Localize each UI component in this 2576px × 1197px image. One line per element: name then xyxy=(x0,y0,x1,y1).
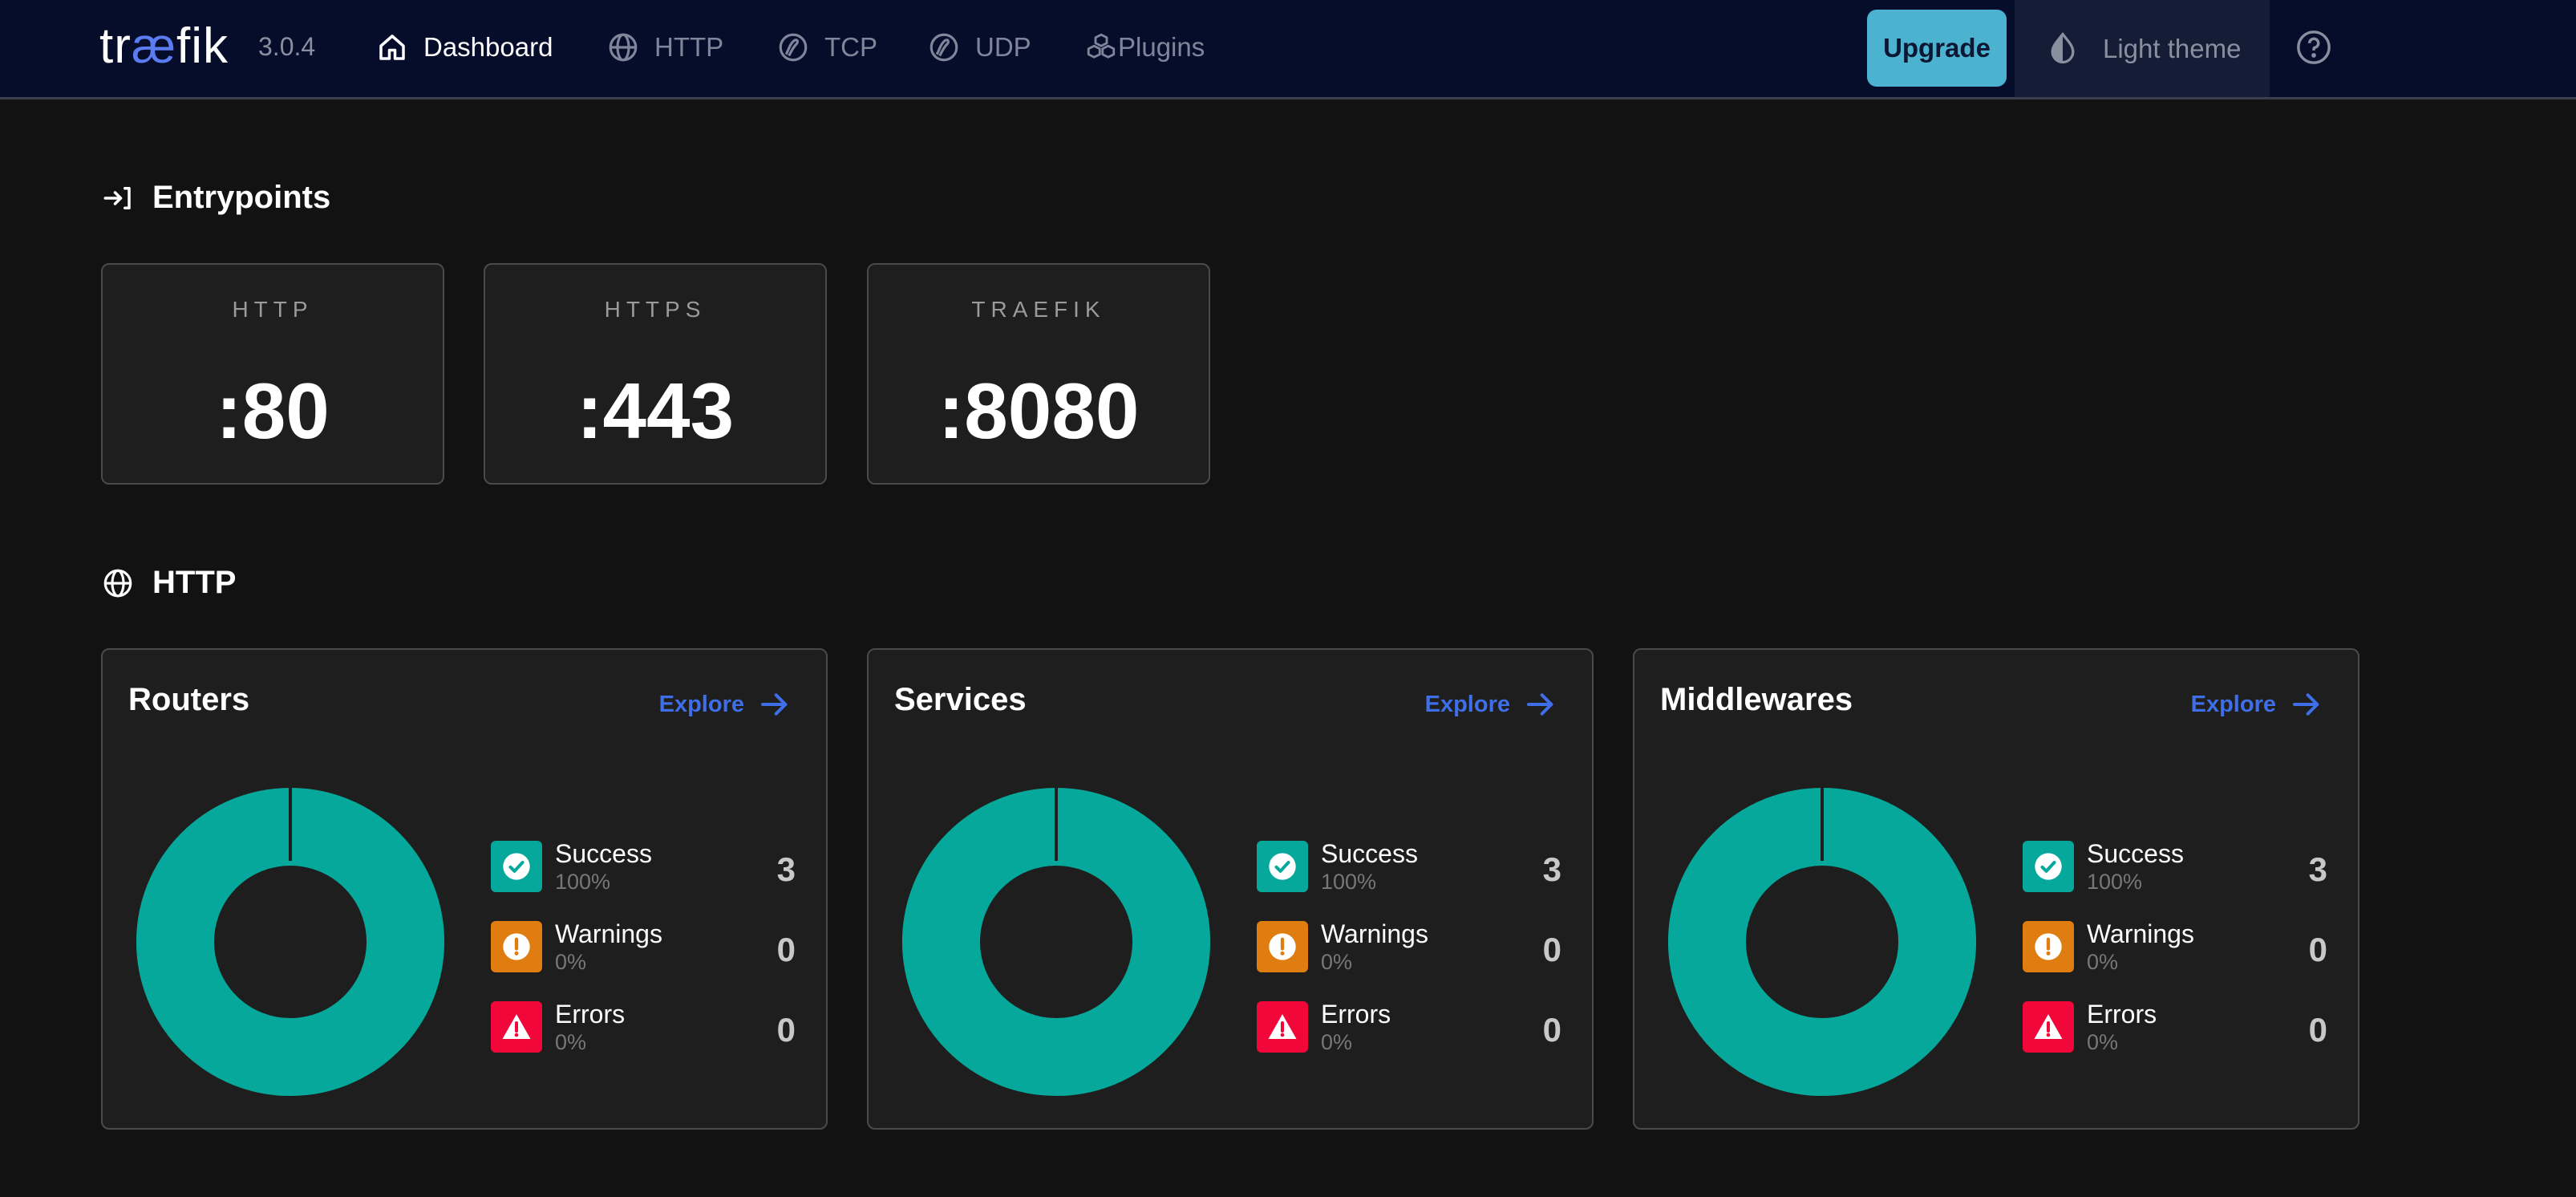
warning-badge xyxy=(491,921,542,972)
routers-card: Routers Explore Success 100% 3 Warnings … xyxy=(101,648,828,1130)
udp-icon xyxy=(930,33,958,62)
error-badge xyxy=(2023,1001,2074,1053)
warning-triangle-icon xyxy=(502,1014,531,1039)
theme-toggle-button[interactable]: Light theme xyxy=(2015,0,2270,97)
legend-warnings: Warnings 0% 0 xyxy=(1257,913,1561,977)
nav-item-http[interactable]: HTTP xyxy=(606,27,723,67)
nav-item-udp[interactable]: UDP xyxy=(927,27,1031,67)
success-badge xyxy=(2023,841,2074,892)
warning-badge xyxy=(1257,921,1308,972)
services-card: Services Explore Success 100% 3 Warnings… xyxy=(867,648,1594,1130)
tcp-icon xyxy=(779,33,808,62)
entrypoint-name: HTTPS xyxy=(604,297,707,322)
success-badge xyxy=(1257,841,1308,892)
warning-triangle-icon xyxy=(2034,1014,2063,1039)
legend-warnings: Warnings 0% 0 xyxy=(491,913,796,977)
card-title: Routers xyxy=(128,682,250,717)
arrow-right-icon xyxy=(761,693,788,716)
exclamation-circle-icon xyxy=(1269,933,1296,960)
legend-errors: Errors 0% 0 xyxy=(491,993,796,1057)
http-heading: HTTP xyxy=(101,565,236,601)
explore-middlewares-link[interactable]: Explore xyxy=(2191,688,2323,720)
entrypoint-name: HTTP xyxy=(232,297,314,322)
exclamation-circle-icon xyxy=(2035,933,2062,960)
middlewares-card: Middlewares Explore Success 100% 3 Warni… xyxy=(1633,648,2359,1130)
entrypoint-port: :8080 xyxy=(938,367,1140,455)
exclamation-circle-icon xyxy=(503,933,530,960)
legend-warnings: Warnings 0% 0 xyxy=(2023,913,2327,977)
entrypoints-heading: Entrypoints xyxy=(101,180,330,216)
explore-services-link[interactable]: Explore xyxy=(1425,688,1557,720)
arrow-right-icon xyxy=(2293,693,2319,716)
explore-routers-link[interactable]: Explore xyxy=(659,688,791,720)
check-circle-icon xyxy=(2035,853,2062,880)
contrast-drop-icon xyxy=(2051,31,2075,63)
traefik-logo[interactable]: træfik xyxy=(99,21,229,72)
nav-item-dashboard[interactable]: Dashboard xyxy=(375,27,553,67)
arrow-right-icon xyxy=(1527,693,1553,716)
top-navigation-bar: træfik 3.0.4 Dashboard HTTP TCP UDP Plug… xyxy=(0,0,2576,99)
card-title: Middlewares xyxy=(1660,682,1853,717)
card-title: Services xyxy=(894,682,1027,717)
entrypoint-name: TRAEFIK xyxy=(971,297,1106,322)
success-badge xyxy=(491,841,542,892)
warning-badge xyxy=(2023,921,2074,972)
legend-success: Success 100% 3 xyxy=(2023,833,2327,897)
status-donut-chart xyxy=(901,783,1211,1097)
nav-item-tcp[interactable]: TCP xyxy=(776,27,877,67)
status-donut-chart xyxy=(136,783,445,1097)
upgrade-button[interactable]: Upgrade xyxy=(1867,10,2007,87)
plugins-icon xyxy=(1087,33,1116,59)
error-badge xyxy=(491,1001,542,1053)
home-icon xyxy=(379,34,405,60)
error-badge xyxy=(1257,1001,1308,1053)
globe-icon xyxy=(103,569,132,597)
legend-success: Success 100% 3 xyxy=(491,833,796,897)
check-circle-icon xyxy=(503,853,530,880)
login-arrow-icon xyxy=(103,186,131,209)
entrypoint-port: :443 xyxy=(576,367,735,455)
status-donut-chart xyxy=(1667,783,1977,1097)
legend-success: Success 100% 3 xyxy=(1257,833,1561,897)
legend-errors: Errors 0% 0 xyxy=(1257,993,1561,1057)
globe-icon xyxy=(609,33,638,62)
entrypoint-port: :80 xyxy=(216,367,330,455)
entrypoint-card-https: HTTPS :443 xyxy=(484,263,827,485)
check-circle-icon xyxy=(1269,853,1296,880)
warning-triangle-icon xyxy=(1268,1014,1297,1039)
entrypoint-card-traefik: TRAEFIK :8080 xyxy=(867,263,1210,485)
version-label: 3.0.4 xyxy=(258,32,316,61)
help-icon[interactable] xyxy=(2295,29,2332,66)
nav-item-plugins[interactable]: Plugins xyxy=(1084,27,1205,67)
entrypoint-card-http: HTTP :80 xyxy=(101,263,444,485)
legend-errors: Errors 0% 0 xyxy=(2023,993,2327,1057)
